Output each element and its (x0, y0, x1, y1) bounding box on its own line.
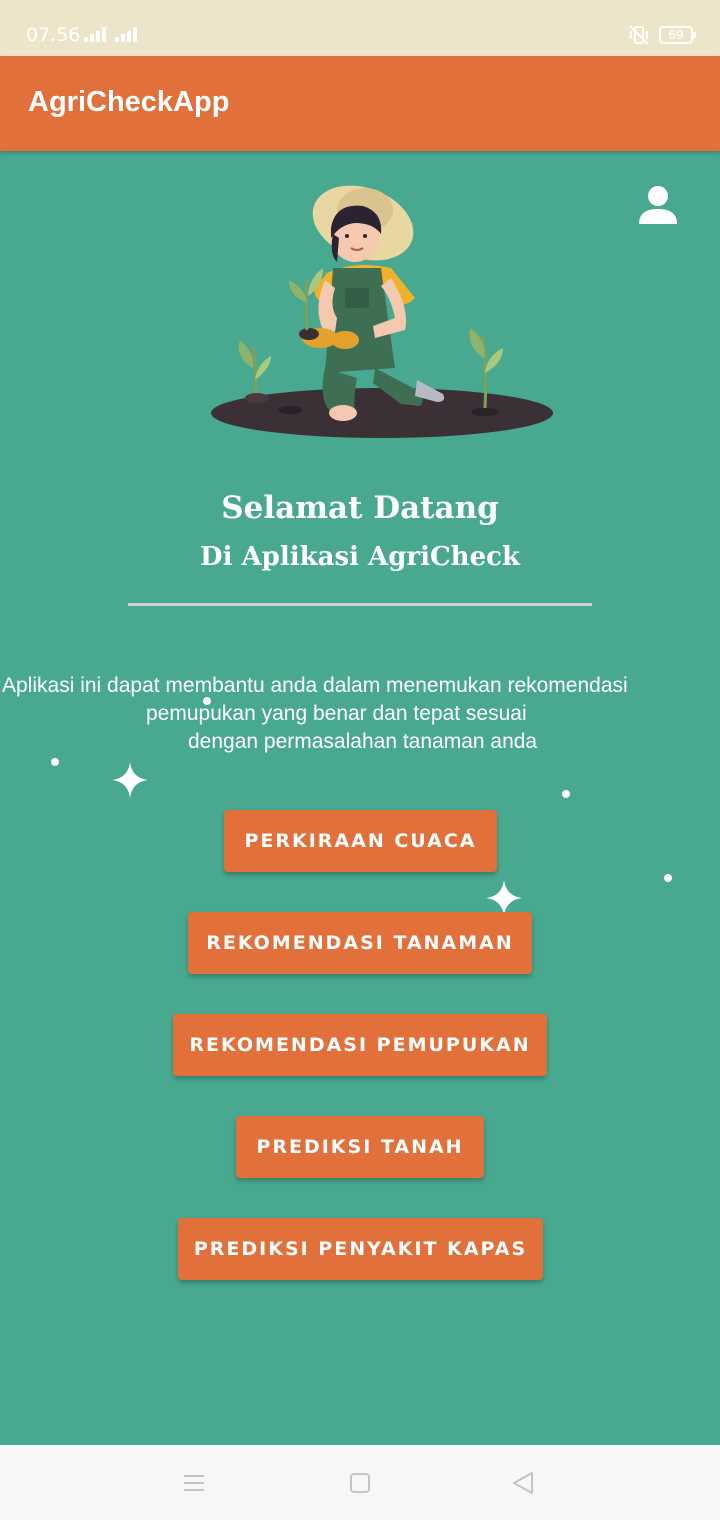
plant-recommendation-button[interactable]: REKOMENDASI TANAMAN (188, 912, 532, 974)
menu-icon[interactable] (176, 1465, 212, 1501)
status-bar: 07.56 69 (0, 0, 720, 56)
app-title: AgriCheckApp (28, 86, 230, 118)
vibrate-icon (629, 25, 649, 45)
weather-forecast-button[interactable]: PERKIRAAN CUACA (224, 810, 497, 872)
sparkle-icon (486, 880, 522, 916)
signal-icon (115, 26, 137, 42)
sparkle-icon (112, 762, 148, 798)
welcome-subtitle: Di Aplikasi AgriCheck (200, 542, 520, 572)
decorative-dot (562, 790, 570, 798)
navigation-bar (0, 1445, 720, 1520)
cotton-disease-prediction-button[interactable]: PREDIKSI PENYAKIT KAPAS (178, 1218, 543, 1280)
welcome-title: Selamat Datang (221, 490, 499, 526)
decorative-dot (664, 874, 672, 882)
decorative-dot (51, 758, 59, 766)
description-line: Aplikasi ini dapat membantu anda dalam m… (2, 674, 628, 697)
home-square-icon[interactable] (342, 1465, 378, 1501)
fertilizer-recommendation-button[interactable]: REKOMENDASI PEMUPUKAN (173, 1014, 547, 1076)
description-line: dengan permasalahan tanaman anda (188, 730, 538, 753)
status-time: 07.56 (26, 24, 81, 46)
app-description: Aplikasi ini dapat membantu anda dalam m… (0, 672, 720, 756)
battery-icon: 69 (659, 26, 696, 44)
farmer-illustration (211, 185, 553, 438)
battery-level: 69 (668, 28, 684, 42)
divider (128, 603, 592, 606)
profile-icon[interactable] (636, 184, 680, 228)
back-triangle-icon[interactable] (506, 1465, 542, 1501)
soil-prediction-button[interactable]: PREDIKSI TANAH (236, 1116, 484, 1178)
app-bar: AgriCheckApp (0, 56, 720, 151)
decorative-dot (203, 697, 211, 705)
signal-icon (84, 26, 106, 42)
description-line: pemupukan yang benar dan tepat sesuai (146, 702, 527, 725)
